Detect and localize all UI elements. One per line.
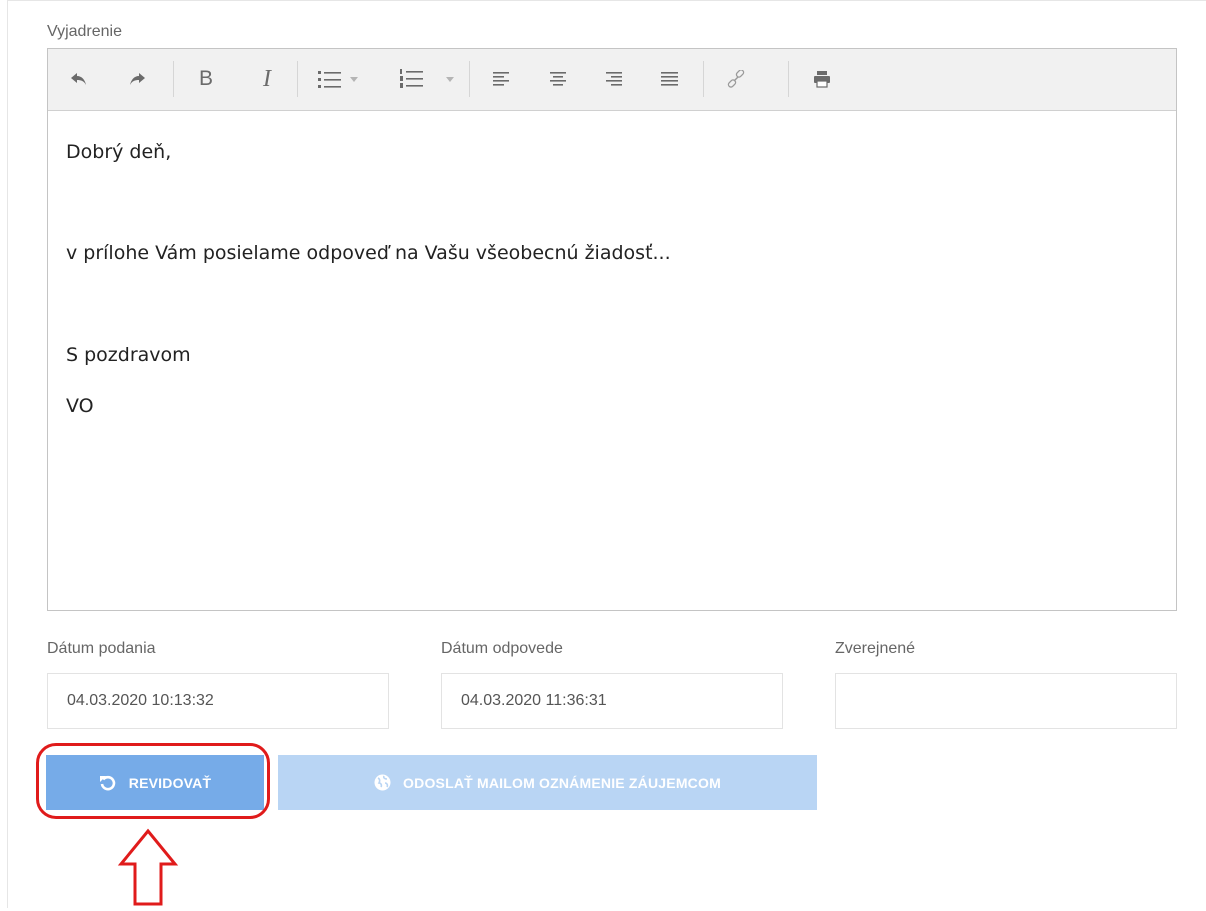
align-left-icon[interactable] <box>488 65 516 93</box>
numbered-list-icon[interactable] <box>398 65 426 93</box>
send-mail-notification-button[interactable]: ODOSLAŤ MAILOM OZNÁMENIE ZÁUJEMCOM <box>278 755 817 810</box>
answered-date-label: Dátum odpovede <box>441 640 563 657</box>
bold-button[interactable]: B <box>192 65 220 93</box>
toolbar-separator <box>703 61 704 97</box>
italic-button[interactable]: I <box>253 65 281 93</box>
redo-icon[interactable] <box>123 65 151 93</box>
print-icon[interactable] <box>808 65 836 93</box>
editor-label: Vyjadrenie <box>47 23 123 40</box>
published-label: Zverejnené <box>835 640 916 657</box>
globe-icon <box>374 774 391 791</box>
toolbar-separator <box>297 61 298 97</box>
chevron-down-icon[interactable] <box>446 77 454 82</box>
toolbar-separator <box>788 61 789 97</box>
toolbar-separator <box>173 61 174 97</box>
undo-icon[interactable] <box>65 65 93 93</box>
up-arrow-outline-icon <box>117 828 179 911</box>
submitted-date-field[interactable]: 04.03.2020 10:13:32 <box>47 673 389 729</box>
editor-line-body: v prílohe Vám posielame odpoveď na Vašu … <box>66 242 671 264</box>
align-justify-icon[interactable] <box>656 65 684 93</box>
bullet-list-icon[interactable] <box>316 65 344 93</box>
submitted-date-label: Dátum podania <box>47 640 156 657</box>
send-mail-button-label: ODOSLAŤ MAILOM OZNÁMENIE ZÁUJEMCOM <box>403 774 721 791</box>
rich-text-editor[interactable]: B I Dobrý deň, v prílohe Vám posielame o… <box>47 48 1177 611</box>
answered-date-field[interactable]: 04.03.2020 11:36:31 <box>441 673 783 729</box>
editor-line-signature: VO <box>66 395 94 417</box>
editor-toolbar: B I <box>48 49 1176 111</box>
editor-line-greeting: Dobrý deň, <box>66 141 172 163</box>
link-icon[interactable] <box>722 65 750 93</box>
align-right-icon[interactable] <box>600 65 628 93</box>
highlight-annotation <box>36 743 270 819</box>
editor-line-closing: S pozdravom <box>66 344 191 366</box>
align-center-icon[interactable] <box>544 65 572 93</box>
published-field[interactable] <box>835 673 1177 729</box>
toolbar-separator <box>469 61 470 97</box>
chevron-down-icon[interactable] <box>350 77 358 82</box>
